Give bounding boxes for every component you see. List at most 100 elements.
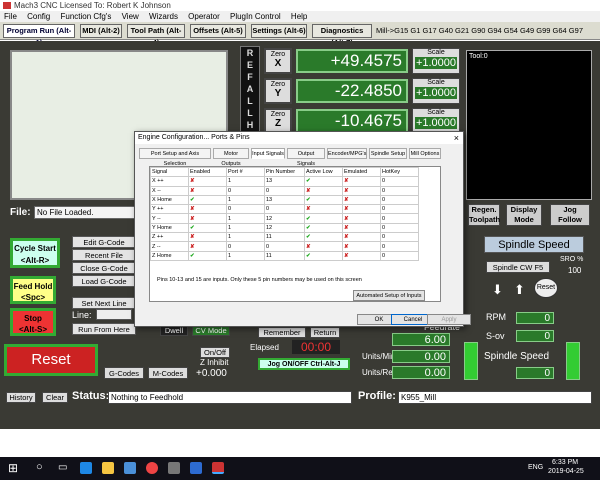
stop-button[interactable]: Stop <Alt-S> bbox=[10, 308, 56, 336]
run-from-here-button[interactable]: Run From Here bbox=[72, 323, 136, 335]
zero-x-button[interactable]: Zero X bbox=[264, 48, 292, 74]
app-icon[interactable] bbox=[168, 462, 180, 474]
menu-help[interactable]: Help bbox=[291, 12, 307, 21]
pin-cell[interactable]: 13 bbox=[264, 194, 305, 206]
scale-y[interactable]: Scale +1.0000 bbox=[412, 78, 460, 104]
clear-button[interactable]: Clear bbox=[42, 392, 68, 403]
hotkey-cell[interactable]: 0 bbox=[380, 194, 419, 206]
checkmark-icon[interactable]: ✔ bbox=[304, 176, 343, 187]
signal-cell[interactable]: Y ++ bbox=[150, 204, 189, 215]
table-row[interactable]: Z ++ ✘ 1 11 ✔ ✘ 0 bbox=[150, 232, 419, 243]
signal-cell[interactable]: X Home bbox=[150, 194, 189, 206]
tab-program-run[interactable]: Program Run (Alt-1) bbox=[3, 24, 75, 47]
set-next-line-button[interactable]: Set Next Line bbox=[72, 297, 136, 309]
x-mark-icon[interactable]: ✘ bbox=[342, 241, 381, 252]
tab-mdi[interactable]: MDI (Alt-2) bbox=[80, 24, 122, 38]
tab-tool-path[interactable]: Tool Path (Alt-4) bbox=[127, 24, 185, 47]
table-row[interactable]: X Home ✔ 1 13 ✔ ✘ 0 bbox=[150, 194, 419, 206]
pin-cell[interactable]: 13 bbox=[264, 176, 305, 187]
checkmark-icon[interactable]: ✔ bbox=[304, 222, 343, 234]
hotkey-cell[interactable]: 0 bbox=[380, 232, 419, 243]
checkmark-icon[interactable]: ✔ bbox=[188, 194, 227, 206]
sro-reset-button[interactable]: Reset bbox=[534, 278, 558, 298]
load-gcode-button[interactable]: Load G-Code bbox=[72, 275, 136, 287]
port-cell[interactable]: 1 bbox=[226, 176, 265, 187]
windows-start-icon[interactable]: ⊞ bbox=[8, 461, 18, 475]
feed-hold-button[interactable]: Feed Hold <Spc> bbox=[10, 276, 56, 304]
edge-icon[interactable] bbox=[80, 462, 92, 474]
spindle-down-arrow-icon[interactable]: ⬇ bbox=[492, 282, 503, 298]
port-cell[interactable]: 1 bbox=[226, 194, 265, 206]
x-mark-icon[interactable]: ✘ bbox=[188, 241, 227, 252]
return-button[interactable]: Return bbox=[310, 327, 340, 338]
hotkey-cell[interactable]: 0 bbox=[380, 213, 419, 224]
jog-onoff-button[interactable]: Jog ON/OFF Ctrl-Alt-J bbox=[258, 358, 350, 370]
spindle-up-arrow-icon[interactable]: ⬆ bbox=[514, 282, 525, 298]
port-cell[interactable]: 0 bbox=[226, 204, 265, 215]
dialog-close-icon[interactable]: × bbox=[454, 132, 459, 144]
checkmark-icon[interactable]: ✔ bbox=[188, 222, 227, 234]
signal-cell[interactable]: Y -- bbox=[150, 213, 189, 224]
menu-operator[interactable]: Operator bbox=[188, 12, 220, 21]
dro-y[interactable]: -22.4850 bbox=[296, 79, 408, 103]
spindle-cw-button[interactable]: Spindle CW F5 bbox=[486, 261, 550, 273]
x-mark-icon[interactable]: ✘ bbox=[188, 176, 227, 187]
pin-cell[interactable]: 11 bbox=[264, 232, 305, 243]
apply-button[interactable]: Apply bbox=[427, 314, 471, 325]
remember-button[interactable]: Remember bbox=[258, 327, 306, 338]
cycle-start-button[interactable]: Cycle Start <Alt-R> bbox=[10, 238, 60, 268]
table-row[interactable]: Z Home ✔ 1 11 ✔ ✘ 0 bbox=[150, 250, 419, 261]
port-cell[interactable]: 0 bbox=[226, 185, 265, 196]
zero-y-button[interactable]: Zero Y bbox=[264, 78, 292, 104]
hotkey-cell[interactable]: 0 bbox=[380, 222, 419, 234]
tab-offsets[interactable]: Offsets (Alt-5) bbox=[190, 24, 246, 38]
tab-diagnostics[interactable]: Diagnostics (Alt-7) bbox=[312, 24, 372, 47]
pin-cell[interactable]: 12 bbox=[264, 222, 305, 234]
tab-spindle-setup[interactable]: Spindle Setup bbox=[369, 148, 407, 159]
x-mark-icon[interactable]: ✘ bbox=[342, 222, 381, 234]
hotkey-cell[interactable]: 0 bbox=[380, 176, 419, 187]
tab-motor-outputs[interactable]: Motor Outputs bbox=[213, 148, 249, 167]
x-mark-icon[interactable]: ✘ bbox=[342, 204, 381, 215]
x-mark-icon[interactable]: ✘ bbox=[304, 241, 343, 252]
x-mark-icon[interactable]: ✘ bbox=[188, 204, 227, 215]
mcodes-button[interactable]: M-Codes bbox=[148, 367, 188, 379]
checkmark-icon[interactable]: ✔ bbox=[304, 250, 343, 261]
x-mark-icon[interactable]: ✘ bbox=[342, 250, 381, 261]
pin-cell[interactable]: 0 bbox=[264, 204, 305, 215]
scale-x[interactable]: Scale +1.0000 bbox=[412, 48, 460, 74]
signal-cell[interactable]: Y Home bbox=[150, 222, 189, 234]
menu-view[interactable]: View bbox=[122, 12, 139, 21]
display-mode-button[interactable]: Display Mode bbox=[506, 204, 542, 226]
store-icon[interactable] bbox=[124, 462, 136, 474]
gcodes-button[interactable]: G-Codes bbox=[104, 367, 144, 379]
x-mark-icon[interactable]: ✘ bbox=[342, 176, 381, 187]
menu-plugin-control[interactable]: PlugIn Control bbox=[230, 12, 281, 21]
dro-z[interactable]: -10.4675 bbox=[296, 109, 408, 133]
signal-cell[interactable]: Z ++ bbox=[150, 232, 189, 243]
close-gcode-button[interactable]: Close G-Code bbox=[72, 262, 136, 274]
x-mark-icon[interactable]: ✘ bbox=[342, 185, 381, 196]
x-mark-icon[interactable]: ✘ bbox=[188, 213, 227, 224]
x-mark-icon[interactable]: ✘ bbox=[188, 232, 227, 243]
signal-cell[interactable]: X ++ bbox=[150, 176, 189, 187]
line-field[interactable] bbox=[96, 309, 132, 320]
table-row[interactable]: X ++ ✘ 1 13 ✔ ✘ 0 bbox=[150, 176, 419, 187]
ref-all-home-button[interactable]: REFALLHO bbox=[240, 46, 260, 142]
tab-input-signals[interactable]: Input Signals bbox=[251, 148, 285, 159]
table-row[interactable]: Y -- ✘ 1 12 ✔ ✘ 0 bbox=[150, 213, 419, 224]
table-row[interactable]: Y ++ ✘ 0 0 ✘ ✘ 0 bbox=[150, 204, 419, 215]
automated-setup-button[interactable]: Automated Setup of Inputs bbox=[353, 290, 425, 301]
x-mark-icon[interactable]: ✘ bbox=[342, 194, 381, 206]
dro-x[interactable]: +49.4575 bbox=[296, 49, 408, 73]
port-cell[interactable]: 1 bbox=[226, 232, 265, 243]
table-row[interactable]: Z -- ✘ 0 0 ✘ ✘ 0 bbox=[150, 241, 419, 252]
file-explorer-icon[interactable] bbox=[102, 462, 114, 474]
table-row[interactable]: X -- ✘ 0 0 ✘ ✘ 0 bbox=[150, 185, 419, 196]
port-cell[interactable]: 0 bbox=[226, 241, 265, 252]
pin-cell[interactable]: 0 bbox=[264, 241, 305, 252]
hotkey-cell[interactable]: 0 bbox=[380, 241, 419, 252]
jog-follow-button[interactable]: Jog Follow bbox=[550, 204, 590, 226]
menu-file[interactable]: File bbox=[4, 12, 17, 21]
signal-cell[interactable]: Z -- bbox=[150, 241, 189, 252]
